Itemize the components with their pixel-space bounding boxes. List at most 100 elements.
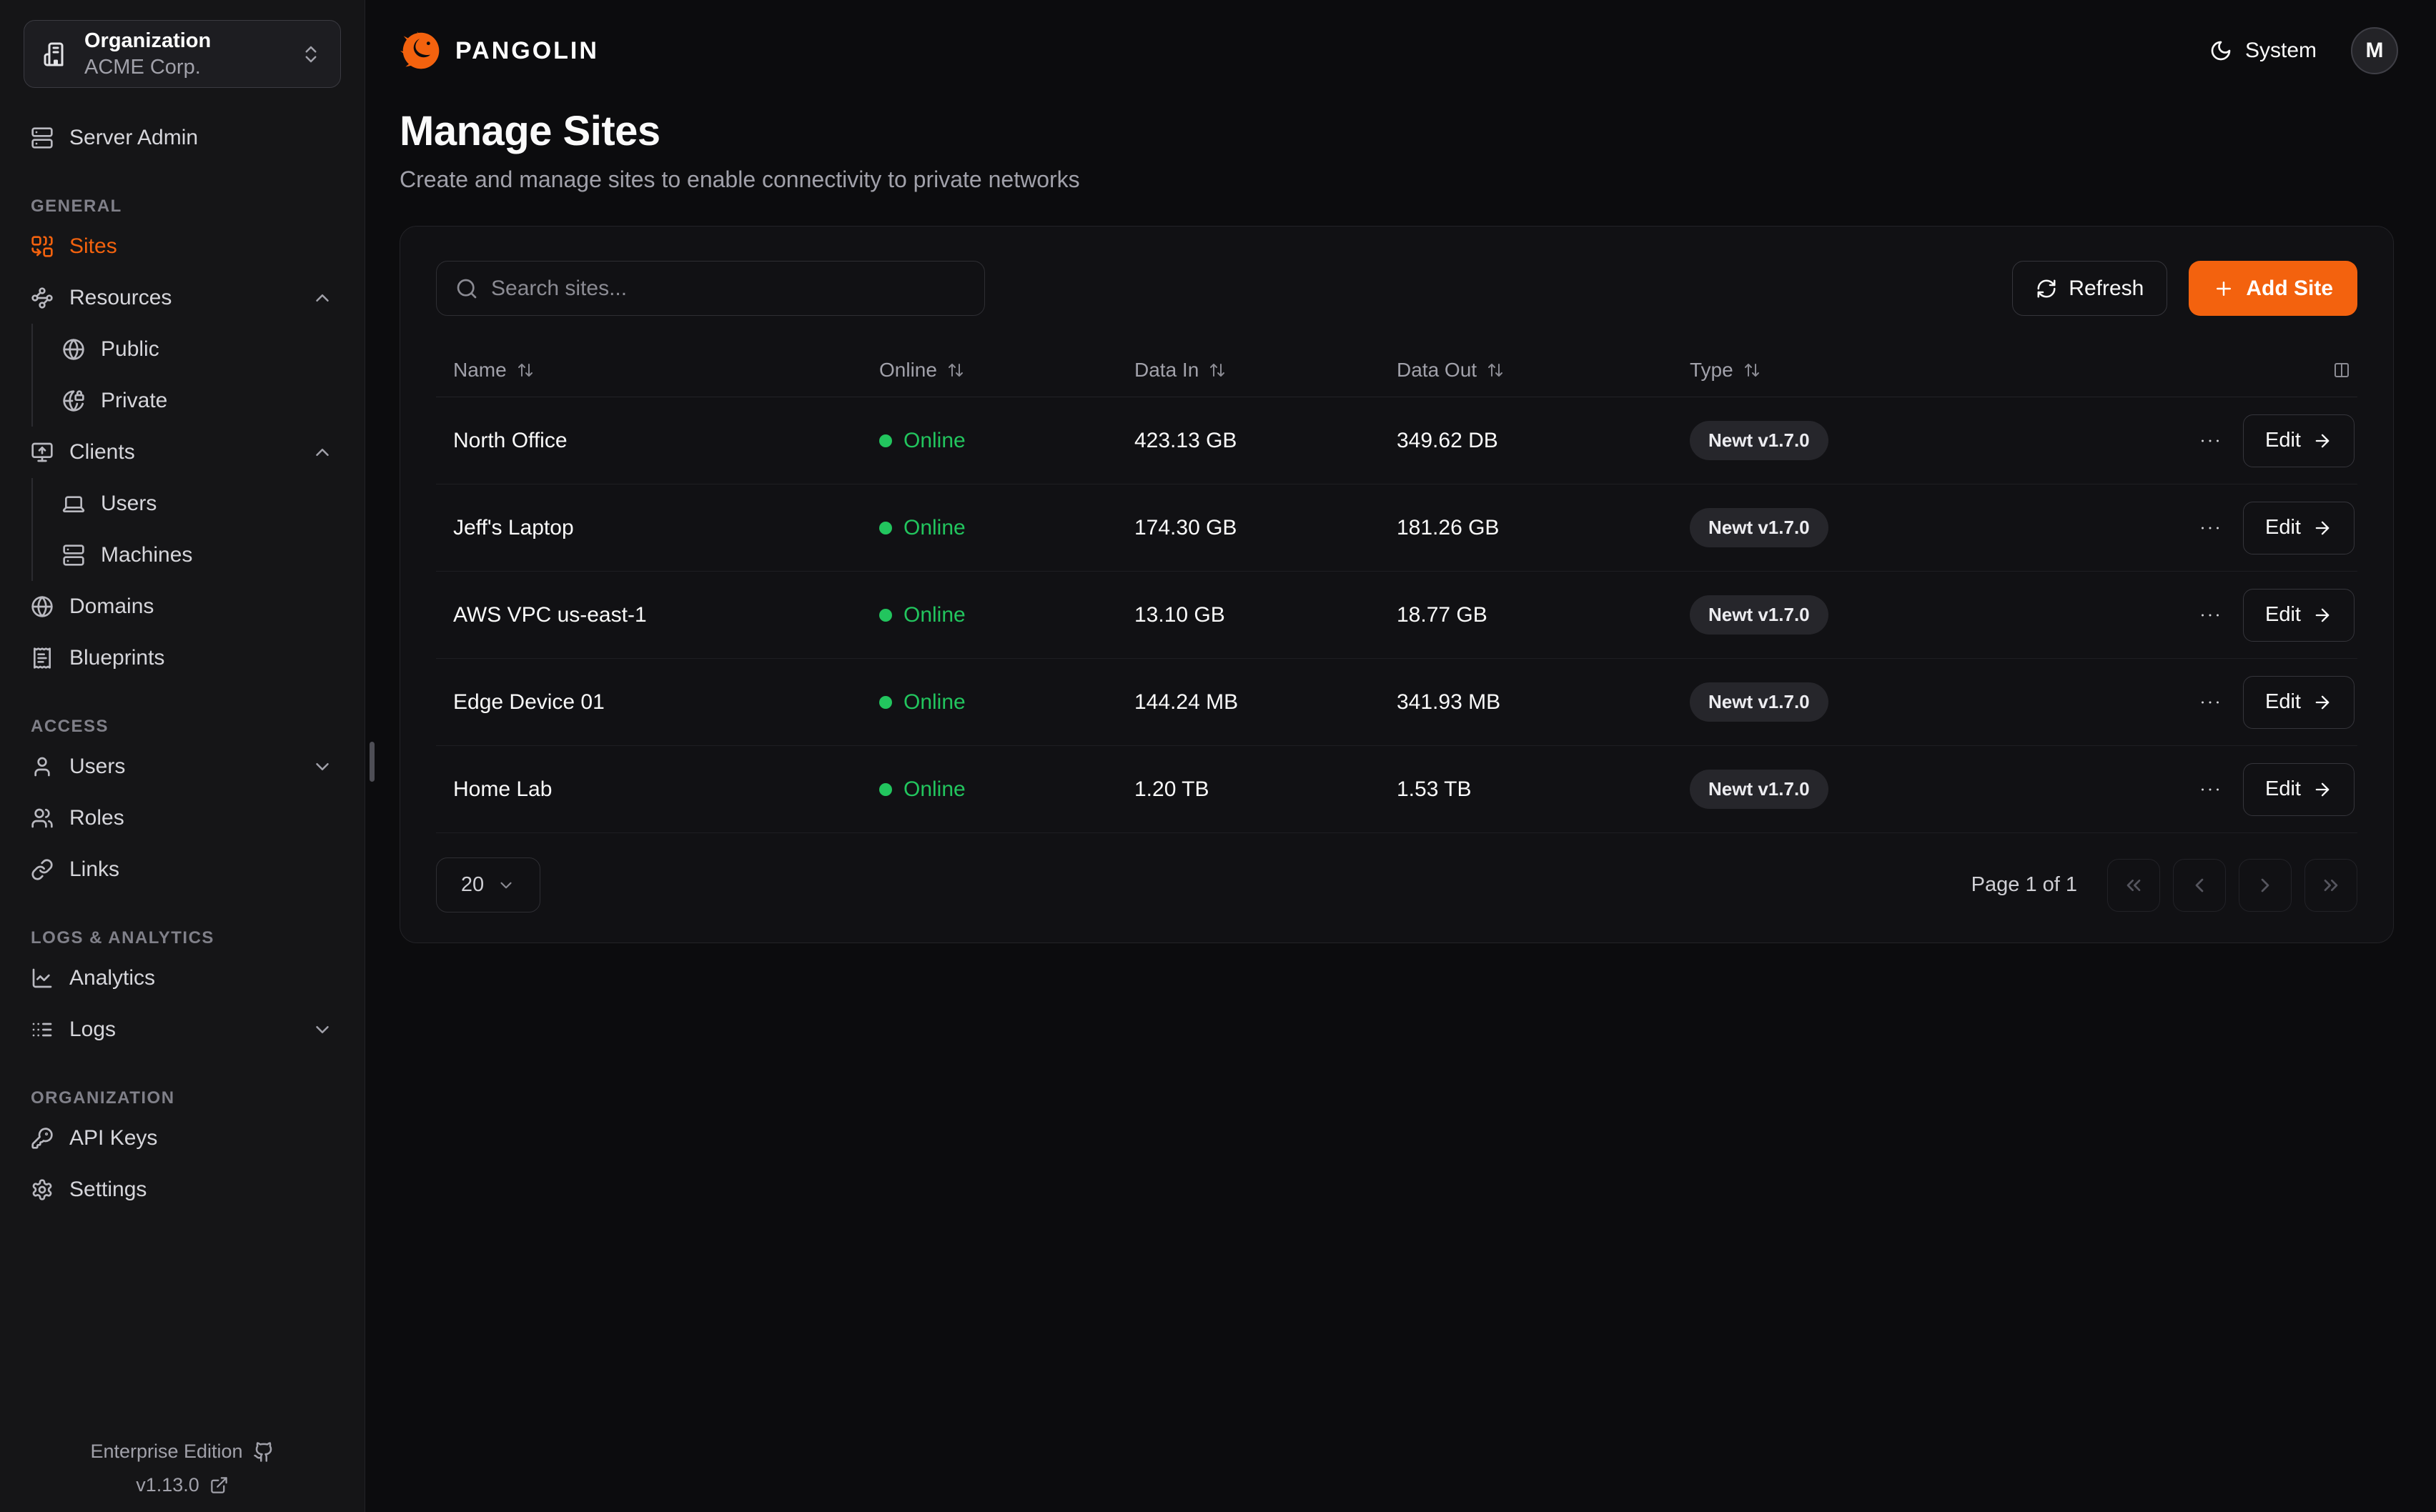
column-header-data-out[interactable]: Data Out [1380, 359, 1673, 382]
prev-page-button[interactable] [2173, 859, 2226, 912]
refresh-button[interactable]: Refresh [2012, 261, 2167, 316]
sidebar-item-blueprints[interactable]: Blueprints [0, 632, 365, 684]
column-header-type[interactable]: Type [1673, 359, 2179, 382]
org-switcher[interactable]: Organization ACME Corp. [24, 20, 341, 88]
row-actions: Edit [2179, 676, 2357, 729]
sidebar-item-label: Roles [69, 806, 124, 830]
edition-link[interactable]: Enterprise Edition [90, 1441, 274, 1463]
sidebar-item-server-admin[interactable]: Server Admin [0, 112, 365, 164]
ellipsis-icon [2197, 690, 2223, 715]
row-menu-button[interactable] [2197, 515, 2223, 541]
sidebar-item-label: Resources [69, 286, 172, 310]
page-status: Page 1 of 1 [1971, 873, 2077, 897]
chevron-left-icon [2188, 874, 2211, 897]
row-menu-button[interactable] [2197, 602, 2223, 628]
page-size-select[interactable]: 20 [436, 857, 540, 912]
logs-icon [31, 1018, 54, 1041]
search-icon [455, 277, 478, 300]
last-page-button[interactable] [2304, 859, 2357, 912]
site-name: AWS VPC us-east-1 [436, 603, 862, 627]
sidebar-footer: Enterprise Edition v1.13.0 [0, 1441, 365, 1512]
sidebar-item-resources[interactable]: Resources [0, 272, 365, 324]
sidebar-item-clients[interactable]: Clients [0, 427, 365, 478]
sidebar-item-label: Sites [69, 234, 117, 259]
first-page-button[interactable] [2107, 859, 2160, 912]
type-cell: Newt v1.7.0 [1673, 508, 2179, 547]
arrow-right-icon [2312, 692, 2332, 712]
row-menu-button[interactable] [2197, 777, 2223, 802]
edit-button[interactable]: Edit [2243, 502, 2355, 554]
row-menu-button[interactable] [2197, 690, 2223, 715]
brand-logo: PANGOLIN [400, 29, 599, 72]
sidebar-resize-handle[interactable] [370, 742, 375, 782]
online-dot-icon [879, 696, 892, 709]
sidebar-item-machines[interactable]: Machines [33, 529, 365, 581]
sites-card: Refresh Add Site Name Online D [400, 226, 2394, 943]
sort-icon [947, 362, 964, 379]
laptop-icon [62, 492, 85, 515]
sidebar-item-client-users[interactable]: Users [33, 478, 365, 529]
edit-button[interactable]: Edit [2243, 676, 2355, 729]
row-menu-button[interactable] [2197, 428, 2223, 454]
sort-icon [1209, 362, 1226, 379]
edit-label: Edit [2265, 603, 2301, 627]
data-in: 13.10 GB [1117, 603, 1380, 627]
sidebar-item-settings[interactable]: Settings [0, 1164, 365, 1215]
chevron-down-icon [312, 756, 333, 777]
chevron-right-icon [2254, 874, 2277, 897]
theme-toggle[interactable]: System [2209, 39, 2317, 63]
sidebar-item-label: Logs [69, 1018, 116, 1042]
edit-button[interactable]: Edit [2243, 763, 2355, 816]
sidebar-item-public[interactable]: Public [33, 324, 365, 375]
next-page-button[interactable] [2239, 859, 2292, 912]
main-content: PANGOLIN System M Manage Sites Create an… [365, 0, 2436, 1512]
status-badge: Online [862, 603, 1117, 627]
columns-icon[interactable] [2333, 362, 2350, 379]
edit-button[interactable]: Edit [2243, 589, 2355, 642]
site-name: North Office [436, 429, 862, 453]
clients-children: Users Machines [31, 478, 365, 581]
site-name: Home Lab [436, 777, 862, 802]
avatar[interactable]: M [2351, 27, 2398, 74]
search-input[interactable] [491, 277, 966, 301]
sidebar-item-roles[interactable]: Roles [0, 792, 365, 844]
receipt-icon [31, 647, 54, 670]
sidebar-item-label: Users [69, 755, 125, 779]
sidebar-item-logs[interactable]: Logs [0, 1004, 365, 1055]
sidebar-item-users[interactable]: Users [0, 741, 365, 792]
sidebar-item-domains[interactable]: Domains [0, 581, 365, 632]
version-link[interactable]: v1.13.0 [136, 1474, 229, 1496]
sidebar-item-label: Private [101, 389, 167, 413]
sites-toolbar: Refresh Add Site [436, 261, 2357, 316]
pangolin-logo-icon [400, 29, 442, 72]
sidebar-item-private[interactable]: Private [33, 375, 365, 427]
external-link-icon [209, 1476, 229, 1495]
sidebar-item-links[interactable]: Links [0, 844, 365, 895]
row-actions: Edit [2179, 502, 2357, 554]
edit-button[interactable]: Edit [2243, 414, 2355, 467]
resources-children: Public Private [31, 324, 365, 427]
column-header-online[interactable]: Online [862, 359, 1117, 382]
row-actions: Edit [2179, 414, 2357, 467]
column-header-data-in[interactable]: Data In [1117, 359, 1380, 382]
sidebar-item-label: Server Admin [69, 126, 198, 150]
sites-table: Name Online Data In Data Out Type [436, 343, 2357, 833]
sidebar-item-analytics[interactable]: Analytics [0, 953, 365, 1004]
brand-name: PANGOLIN [455, 37, 599, 65]
status-badge: Online [862, 777, 1117, 802]
sort-icon [517, 362, 534, 379]
row-actions: Edit [2179, 589, 2357, 642]
table-row: Jeff's Laptop Online 174.30 GB 181.26 GB… [436, 484, 2357, 572]
edit-label: Edit [2265, 516, 2301, 539]
user-icon [31, 755, 54, 778]
refresh-label: Refresh [2069, 277, 2144, 301]
column-header-actions [2179, 362, 2357, 379]
gear-icon [31, 1178, 54, 1201]
sidebar-item-api-keys[interactable]: API Keys [0, 1113, 365, 1164]
online-dot-icon [879, 434, 892, 447]
add-site-button[interactable]: Add Site [2189, 261, 2357, 316]
row-actions: Edit [2179, 763, 2357, 816]
data-out: 1.53 TB [1380, 777, 1673, 802]
column-header-name[interactable]: Name [436, 359, 862, 382]
sidebar-item-sites[interactable]: Sites [0, 221, 365, 272]
